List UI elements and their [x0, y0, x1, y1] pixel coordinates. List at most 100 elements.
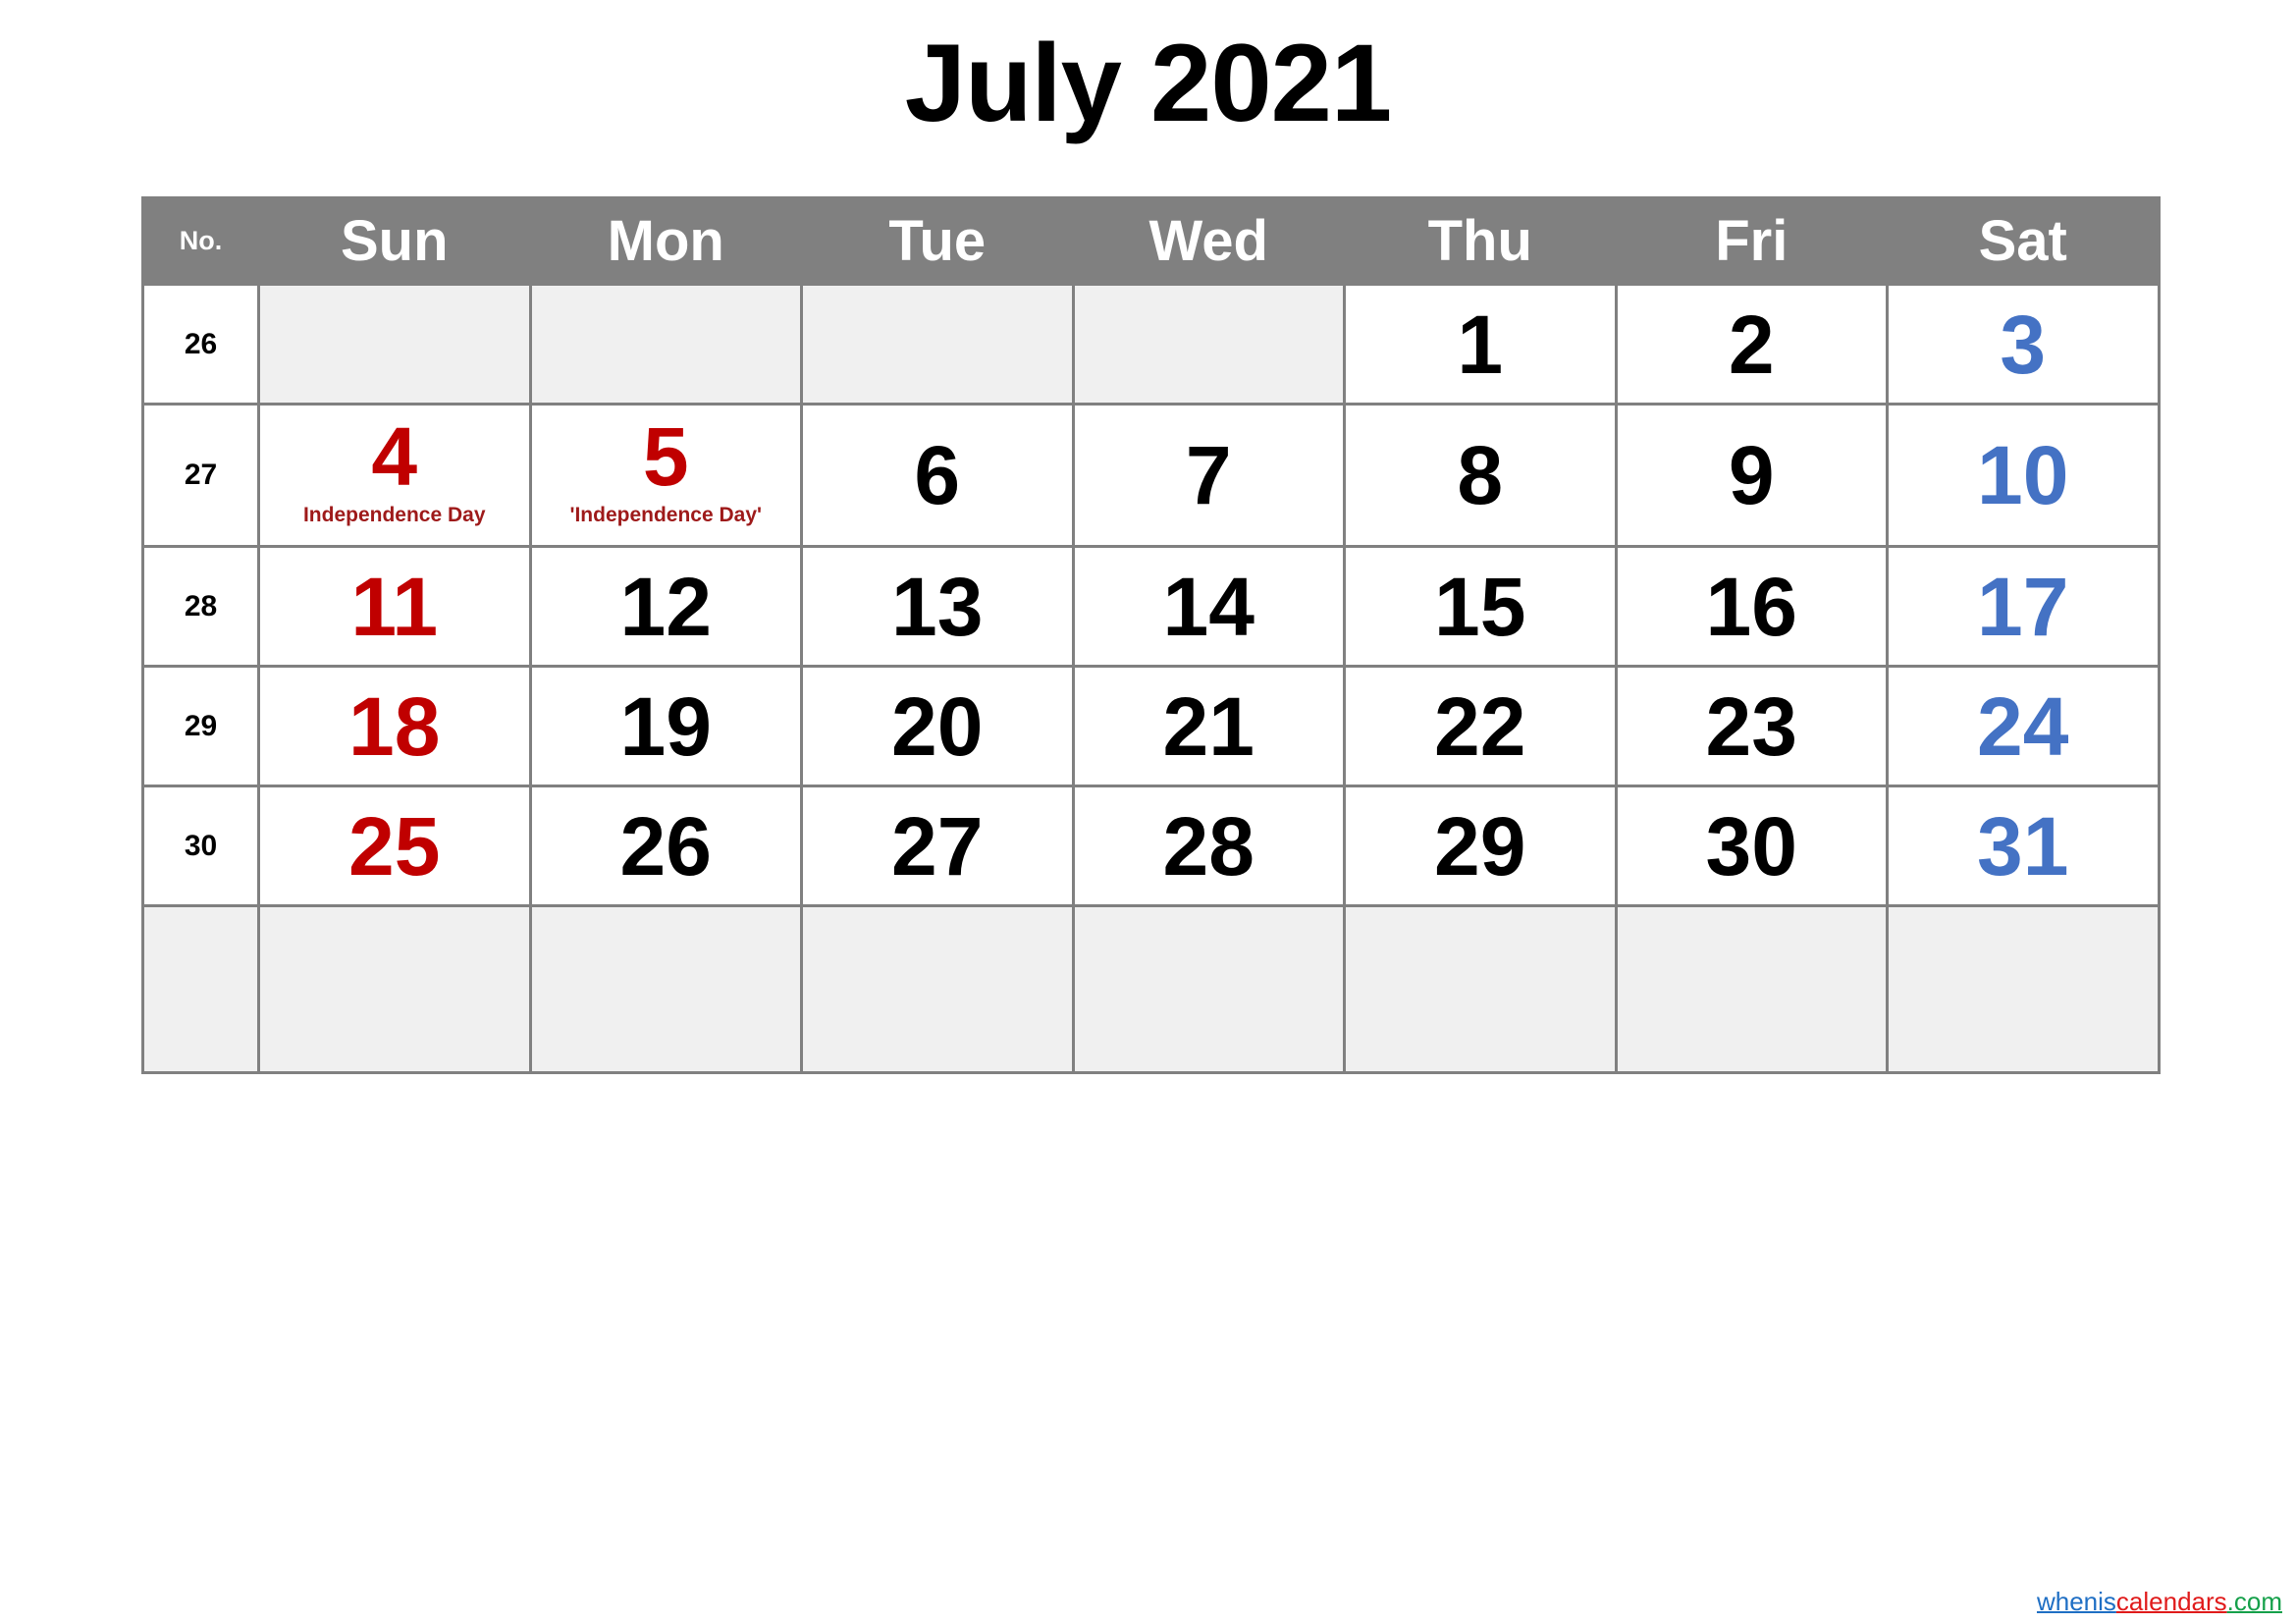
day-number: 12	[619, 560, 712, 653]
header-day-fri: Fri	[1614, 196, 1889, 286]
day-cell-thu[interactable]: 29	[1343, 785, 1618, 907]
watermark-part-2: calendars	[2115, 1587, 2227, 1616]
day-cell-fri[interactable]: 2	[1614, 283, 1889, 406]
calendar-week-row: 27 4 Independence Day 5 'Independence Day' 6 7…	[141, 403, 2161, 548]
day-number: 31	[1977, 799, 2069, 893]
week-number-cell: 27	[141, 403, 260, 548]
empty-day-cell	[528, 283, 803, 406]
day-cell-sat[interactable]: 10	[1886, 403, 2161, 548]
day-cell-fri[interactable]: 16	[1614, 545, 1889, 668]
day-number: 11	[350, 560, 439, 653]
day-cell-sun[interactable]: 25	[257, 785, 532, 907]
day-cell-thu[interactable]: 1	[1343, 283, 1618, 406]
day-cell-tue[interactable]: 20	[800, 665, 1075, 787]
day-cell-sat[interactable]: 3	[1886, 283, 2161, 406]
day-cell-wed[interactable]: 7	[1071, 403, 1346, 548]
header-row: No. Sun Mon Tue Wed Thu Fri Sat	[141, 196, 2161, 286]
day-number: 7	[1185, 429, 1232, 521]
day-cell-thu[interactable]: 15	[1343, 545, 1618, 668]
day-cell-mon[interactable]: 12	[528, 545, 803, 668]
day-number: 23	[1705, 679, 1797, 773]
week-number-cell: 30	[141, 785, 260, 907]
empty-day-cell	[1614, 904, 1889, 1074]
day-number: 18	[348, 679, 441, 773]
day-cell-sat[interactable]: 17	[1886, 545, 2161, 668]
day-number: 22	[1434, 679, 1526, 773]
header-week-no: No.	[141, 196, 260, 286]
day-cell-fri[interactable]: 23	[1614, 665, 1889, 787]
empty-day-cell	[1071, 283, 1346, 406]
header-day-mon: Mon	[528, 196, 803, 286]
header-day-wed: Wed	[1071, 196, 1346, 286]
day-number: 14	[1162, 560, 1255, 653]
day-cell-sun[interactable]: 18	[257, 665, 532, 787]
day-number: 29	[1434, 799, 1526, 893]
day-number: 13	[891, 560, 984, 653]
day-number: 2	[1728, 298, 1775, 391]
day-cell-mon[interactable]: 19	[528, 665, 803, 787]
day-cell-tue[interactable]: 6	[800, 403, 1075, 548]
day-cell-fri[interactable]: 30	[1614, 785, 1889, 907]
day-number: 19	[619, 679, 712, 773]
day-cell-fri[interactable]: 9	[1614, 403, 1889, 548]
header-day-thu: Thu	[1343, 196, 1618, 286]
day-number: 9	[1728, 429, 1775, 521]
day-cell-mon[interactable]: 5 'Independence Day'	[528, 403, 803, 548]
week-number-cell: 29	[141, 665, 260, 787]
calendar-week-row: 26 1 2 3	[141, 283, 2161, 406]
header-day-tue: Tue	[800, 196, 1075, 286]
watermark-part-3: .com	[2226, 1587, 2282, 1616]
empty-day-cell	[1886, 904, 2161, 1074]
day-cell-sun[interactable]: 4 Independence Day	[257, 403, 532, 548]
watermark-link[interactable]: wheniscalendars.com	[2037, 1589, 2282, 1614]
day-number: 10	[1977, 429, 2069, 521]
calendar-body: 26 1 2 3 27 4 Independence Day 5 'Independence D…	[141, 283, 2161, 1074]
holiday-label: Independence Day	[302, 504, 486, 526]
week-number-cell	[141, 904, 260, 1074]
day-number: 27	[891, 799, 984, 893]
header-day-sat: Sat	[1886, 196, 2161, 286]
day-number: 21	[1162, 679, 1255, 773]
day-cell-sat[interactable]: 24	[1886, 665, 2161, 787]
day-number: 5	[642, 410, 689, 503]
empty-day-cell	[1343, 904, 1618, 1074]
day-cell-thu[interactable]: 22	[1343, 665, 1618, 787]
day-number: 3	[2000, 298, 2047, 391]
watermark-part-1: whenis	[2036, 1587, 2116, 1616]
empty-day-cell	[1071, 904, 1346, 1074]
holiday-label: 'Independence Day'	[569, 504, 763, 526]
day-cell-tue[interactable]: 27	[800, 785, 1075, 907]
calendar-week-row	[141, 904, 2161, 1074]
empty-day-cell	[257, 283, 532, 406]
day-cell-wed[interactable]: 21	[1071, 665, 1346, 787]
day-number: 4	[371, 410, 418, 503]
week-number-cell: 28	[141, 545, 260, 668]
calendar-table: No. Sun Mon Tue Wed Thu Fri Sat 26 1 2 3 27 4…	[141, 196, 2161, 1074]
day-cell-tue[interactable]: 13	[800, 545, 1075, 668]
day-cell-wed[interactable]: 14	[1071, 545, 1346, 668]
empty-day-cell	[528, 904, 803, 1074]
day-cell-wed[interactable]: 28	[1071, 785, 1346, 907]
calendar-week-row: 30 25 26 27 28 29 30 31	[141, 785, 2161, 907]
calendar-week-row: 29 18 19 20 21 22 23 24	[141, 665, 2161, 787]
header-day-sun: Sun	[257, 196, 532, 286]
day-number: 15	[1434, 560, 1526, 653]
day-number: 30	[1705, 799, 1797, 893]
week-number-cell: 26	[141, 283, 260, 406]
day-number: 8	[1457, 429, 1504, 521]
day-cell-mon[interactable]: 26	[528, 785, 803, 907]
page-title: July 2021	[904, 22, 1392, 144]
empty-day-cell	[800, 904, 1075, 1074]
calendar-page: July 2021 No. Sun Mon Tue Wed Thu Fri Sa…	[0, 0, 2296, 1624]
day-number: 28	[1162, 799, 1255, 893]
calendar-header: No. Sun Mon Tue Wed Thu Fri Sat	[141, 196, 2161, 286]
day-number: 17	[1977, 560, 2069, 653]
day-cell-sat[interactable]: 31	[1886, 785, 2161, 907]
calendar-week-row: 28 11 12 13 14 15 16 17	[141, 545, 2161, 668]
day-cell-thu[interactable]: 8	[1343, 403, 1618, 548]
day-number: 25	[348, 799, 441, 893]
empty-day-cell	[800, 283, 1075, 406]
day-cell-sun[interactable]: 11	[257, 545, 532, 668]
empty-day-cell	[257, 904, 532, 1074]
day-number: 1	[1457, 298, 1504, 391]
